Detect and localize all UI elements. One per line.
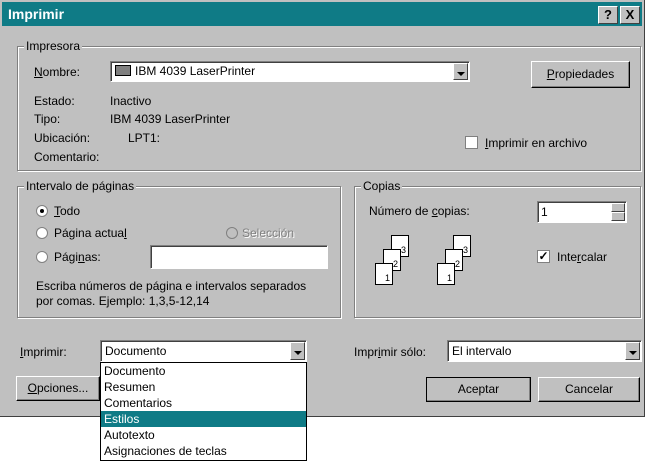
location-value: LPT1: bbox=[128, 131, 161, 145]
copies-count-input[interactable]: 1 bbox=[537, 201, 627, 223]
pages-input[interactable] bbox=[150, 245, 328, 269]
print-what-dropdown-list[interactable]: Documento Resumen Comentarios Estilos Au… bbox=[100, 362, 307, 461]
printer-icon bbox=[115, 65, 131, 76]
print-dialog: Imprimir ? X Impresora Nombre: IBM 4039 … bbox=[0, 0, 645, 417]
location-label: Ubicación: bbox=[34, 131, 91, 145]
pages-radio[interactable] bbox=[36, 251, 48, 263]
help-button[interactable]: ? bbox=[598, 6, 618, 24]
print-only-value: El intervalo bbox=[452, 344, 512, 358]
page-range-group-label: Intervalo de páginas bbox=[24, 179, 137, 193]
copies-count-value: 1 bbox=[541, 205, 548, 219]
selection-label: Selección bbox=[242, 226, 295, 240]
collate-page-icon: 1 bbox=[437, 263, 455, 285]
dropdown-item[interactable]: Comentarios bbox=[101, 395, 306, 411]
collate-checkbox[interactable]: ✓ bbox=[537, 250, 550, 263]
options-button[interactable]: Opciones... bbox=[16, 376, 100, 401]
cancel-button[interactable]: Cancelar bbox=[538, 377, 640, 402]
dropdown-item[interactable]: Autotexto bbox=[101, 427, 306, 443]
page-range-group: Intervalo de páginas Todo Página actual … bbox=[17, 179, 341, 318]
all-pages-radio[interactable] bbox=[36, 205, 48, 217]
chevron-down-icon[interactable] bbox=[453, 63, 468, 80]
print-what-value: Documento bbox=[105, 344, 167, 358]
print-to-file-checkbox[interactable] bbox=[465, 136, 478, 149]
print-what-select[interactable]: Documento bbox=[100, 340, 307, 362]
status-label: Estado: bbox=[34, 94, 75, 108]
accept-button[interactable]: Aceptar bbox=[426, 377, 531, 402]
dropdown-item[interactable]: Resumen bbox=[101, 379, 306, 395]
type-value: IBM 4039 LaserPrinter bbox=[110, 112, 231, 126]
close-button[interactable]: X bbox=[620, 6, 640, 24]
type-label: Tipo: bbox=[34, 112, 61, 126]
print-to-file-label: Imprimir en archivo bbox=[485, 136, 588, 150]
range-help-line1: Escriba números de página e intervalos s… bbox=[36, 279, 307, 293]
dropdown-item[interactable]: Documento bbox=[101, 363, 306, 379]
dropdown-item-selected[interactable]: Estilos bbox=[101, 411, 306, 427]
status-value: Inactivo bbox=[110, 94, 152, 108]
copies-group-label: Copias bbox=[361, 179, 403, 193]
collate-page-icon: 1 bbox=[375, 263, 393, 285]
spin-down-icon[interactable] bbox=[611, 212, 625, 221]
printer-name-value: IBM 4039 LaserPrinter bbox=[135, 64, 256, 78]
copies-count-label: Número de copias: bbox=[369, 204, 470, 218]
printer-name-select[interactable]: IBM 4039 LaserPrinter bbox=[110, 61, 470, 82]
spin-up-icon[interactable] bbox=[611, 203, 625, 212]
chevron-down-icon[interactable] bbox=[290, 342, 305, 360]
comment-label: Comentario: bbox=[34, 150, 100, 164]
copies-group: Copias Número de copias: 1 3 2 1 3 2 1 ✓… bbox=[354, 179, 641, 318]
current-page-radio[interactable] bbox=[36, 227, 48, 239]
printer-group: Impresora Nombre: IBM 4039 LaserPrinter … bbox=[17, 39, 641, 171]
chevron-down-icon[interactable] bbox=[625, 342, 640, 360]
dialog-title: Imprimir bbox=[8, 6, 65, 22]
printer-name-label: Nombre: bbox=[34, 65, 81, 79]
title-bar: Imprimir ? X bbox=[2, 2, 642, 26]
collate-label: Intercalar bbox=[557, 250, 608, 264]
print-what-label: Imprimir: bbox=[20, 345, 67, 359]
properties-button[interactable]: Propiedades bbox=[531, 61, 630, 88]
dropdown-item[interactable]: Asignaciones de teclas bbox=[101, 443, 306, 459]
printer-group-label: Impresora bbox=[24, 39, 83, 53]
range-help-line2: por comas. Ejemplo: 1,3,5-12,14 bbox=[36, 294, 210, 308]
current-page-label: Página actual bbox=[54, 226, 127, 240]
all-pages-label: Todo bbox=[54, 204, 81, 218]
pages-label: Páginas: bbox=[54, 250, 101, 264]
print-only-select[interactable]: El intervalo bbox=[447, 340, 642, 362]
print-only-label: Imprimir sólo: bbox=[354, 345, 427, 359]
selection-radio bbox=[226, 227, 238, 239]
